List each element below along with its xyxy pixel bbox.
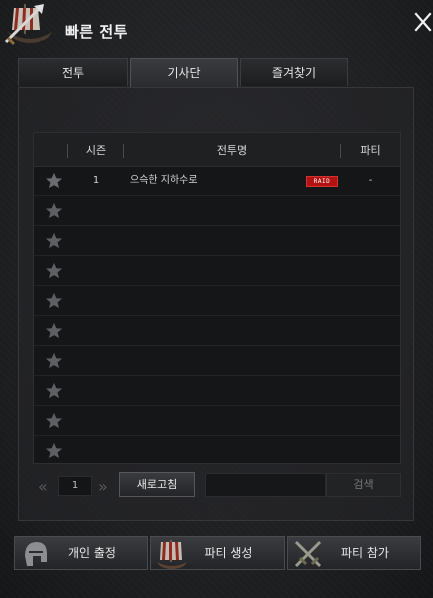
title-bar: 빠른 전투 (0, 0, 433, 50)
create-party-label: 파티 생성 (204, 546, 253, 560)
category-tabs: 전투 기사단 즐겨찾기 (18, 58, 412, 88)
solo-sortie-label: 개인 출정 (68, 546, 116, 560)
table-row[interactable] (34, 226, 400, 256)
page-number: 1 (58, 476, 92, 496)
page-next-button[interactable]: » (98, 478, 114, 496)
row-battle-name: 으슥한 지하수로 (130, 175, 198, 186)
favorite-star-icon[interactable] (45, 322, 63, 339)
table-row[interactable] (34, 196, 400, 226)
favorite-star-icon[interactable] (45, 412, 63, 429)
tab-favorites[interactable]: 즐겨찾기 (240, 58, 348, 86)
raid-badge: RAID (306, 176, 338, 187)
header-season: 시즌 (85, 144, 107, 157)
solo-sortie-button[interactable]: 개인 출정 (14, 536, 148, 570)
table-header: 시즌 전투명 파티 (34, 133, 400, 167)
table-row[interactable] (34, 316, 400, 346)
row-party: - (368, 175, 373, 186)
header-party: 파티 (360, 144, 381, 157)
table-row[interactable] (34, 436, 400, 466)
favorite-star-icon[interactable] (45, 382, 63, 399)
header-battle-name: 전투명 (216, 144, 248, 157)
search-button[interactable]: 검색 (326, 473, 401, 497)
row-season: 1 (92, 175, 100, 186)
create-party-button[interactable]: 파티 생성 (150, 536, 285, 570)
page-prev-button[interactable]: « (38, 478, 54, 496)
tab-knights[interactable]: 기사단 (130, 58, 238, 88)
favorite-star-icon[interactable] (45, 262, 63, 279)
table-row[interactable]: 1 으슥한 지하수로 RAID - (34, 166, 400, 196)
join-party-button[interactable]: 파티 참가 (287, 536, 421, 570)
column-divider (67, 144, 68, 158)
table-row[interactable] (34, 376, 400, 406)
join-party-label: 파티 참가 (341, 546, 389, 560)
search-input[interactable] (205, 473, 326, 497)
table-row[interactable] (34, 286, 400, 316)
quick-battle-window: 빠른 전투 전투 기사단 즐겨찾기 시즌 전투명 파티 1 으슥한 지하수로 R… (0, 0, 433, 598)
table-row[interactable] (34, 256, 400, 286)
battle-list-table: 시즌 전투명 파티 1 으슥한 지하수로 RAID - (33, 132, 401, 466)
favorite-star-icon[interactable] (45, 202, 63, 219)
window-title: 빠른 전투 (65, 23, 128, 41)
refresh-button[interactable]: 새로고침 (119, 472, 195, 497)
favorite-star-icon[interactable] (45, 352, 63, 369)
favorite-star-icon[interactable] (45, 442, 63, 459)
table-body: 1 으슥한 지하수로 RAID - (34, 166, 400, 466)
favorite-star-icon[interactable] (45, 172, 63, 189)
favorite-star-icon[interactable] (45, 292, 63, 309)
table-row[interactable] (34, 406, 400, 436)
viking-ship-emblem-icon (4, 4, 52, 46)
tab-battle[interactable]: 전투 (18, 58, 128, 86)
close-icon[interactable] (414, 12, 432, 32)
favorite-star-icon[interactable] (45, 232, 63, 249)
table-row[interactable] (34, 346, 400, 376)
